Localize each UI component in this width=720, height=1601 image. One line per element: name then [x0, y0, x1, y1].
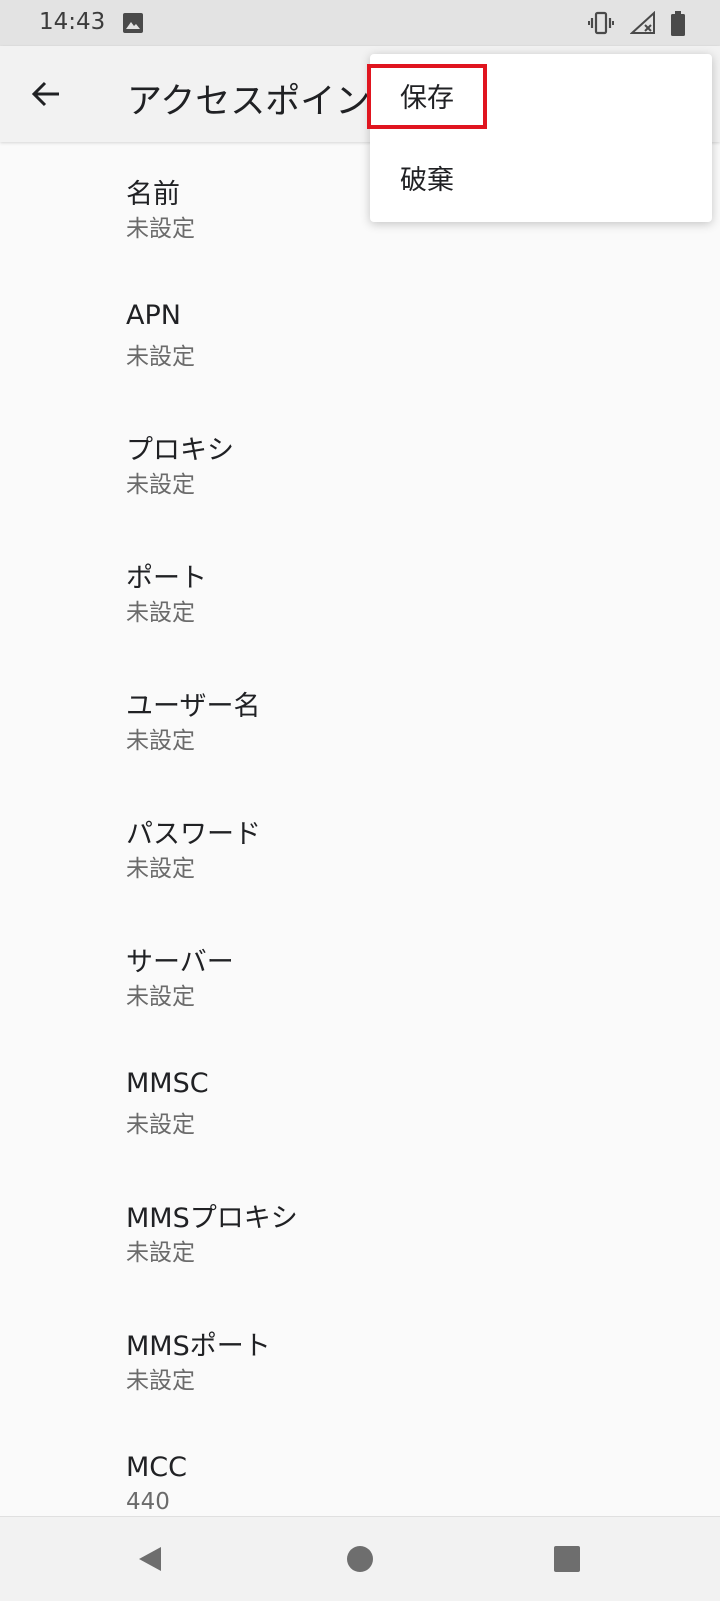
back-button[interactable]: [22, 70, 70, 118]
setting-item-mcc[interactable]: MCC 440: [0, 1422, 720, 1516]
setting-summary: 未設定: [126, 216, 195, 242]
setting-title: ポート: [126, 563, 207, 594]
nav-recents-button[interactable]: [539, 1531, 595, 1587]
menu-item-save[interactable]: 保存: [367, 54, 712, 136]
setting-item-mms-port[interactable]: MMSポート 未設定: [0, 1294, 720, 1422]
status-time: 14:43: [39, 9, 106, 35]
navigation-bar: [0, 1516, 720, 1601]
nav-home-icon: [347, 1546, 373, 1572]
signal-off-icon: [630, 11, 655, 34]
nav-home-button[interactable]: [332, 1531, 388, 1587]
setting-item-username[interactable]: ユーザー名 未設定: [0, 654, 720, 782]
setting-summary: 未設定: [126, 1112, 195, 1138]
vibrate-icon: [588, 11, 614, 35]
status-bar: 14:43: [0, 0, 720, 46]
nav-back-icon: [139, 1547, 161, 1571]
nav-back-button[interactable]: [122, 1531, 178, 1587]
setting-title: 名前: [126, 179, 180, 210]
menu-item-label: 保存: [400, 83, 454, 114]
setting-title: MMSプロキシ: [126, 1203, 298, 1234]
setting-title: MMSC: [126, 1068, 209, 1099]
setting-item-proxy[interactable]: プロキシ 未設定: [0, 398, 720, 526]
setting-summary: 未設定: [126, 1368, 195, 1394]
setting-item-port[interactable]: ポート 未設定: [0, 526, 720, 654]
settings-list: 名前 未設定 APN 未設定 プロキシ 未設定 ポート 未設定 ユーザー名 未設…: [0, 142, 720, 1516]
setting-summary: 未設定: [126, 344, 195, 370]
setting-item-mms-proxy[interactable]: MMSプロキシ 未設定: [0, 1166, 720, 1294]
setting-title: ユーザー名: [126, 691, 261, 722]
menu-item-discard[interactable]: 破棄: [370, 136, 712, 218]
setting-title: APN: [126, 300, 181, 331]
setting-summary: 未設定: [126, 472, 195, 498]
page-title: アクセスポイントの編集: [127, 82, 367, 122]
setting-summary: 未設定: [126, 856, 195, 882]
setting-item-apn[interactable]: APN 未設定: [0, 270, 720, 398]
setting-summary: 未設定: [126, 1240, 195, 1266]
setting-title: パスワード: [126, 819, 261, 850]
setting-item-password[interactable]: パスワード 未設定: [0, 782, 720, 910]
gallery-icon: [122, 12, 144, 34]
setting-summary: 未設定: [126, 600, 195, 626]
nav-recents-icon: [554, 1546, 580, 1572]
battery-icon: [671, 11, 685, 36]
setting-title: MMSポート: [126, 1331, 271, 1362]
setting-item-mmsc[interactable]: MMSC 未設定: [0, 1038, 720, 1166]
overflow-menu: 保存 破棄: [367, 54, 712, 222]
setting-summary: 未設定: [126, 728, 195, 754]
menu-item-label: 破棄: [400, 165, 454, 196]
setting-title: MCC: [126, 1452, 188, 1483]
setting-summary: 440: [126, 1489, 170, 1515]
arrow-back-icon: [31, 81, 59, 107]
setting-title: サーバー: [126, 947, 234, 978]
setting-title: プロキシ: [126, 435, 234, 466]
setting-summary: 未設定: [126, 984, 195, 1010]
status-icons: [580, 0, 720, 46]
setting-item-server[interactable]: サーバー 未設定: [0, 910, 720, 1038]
